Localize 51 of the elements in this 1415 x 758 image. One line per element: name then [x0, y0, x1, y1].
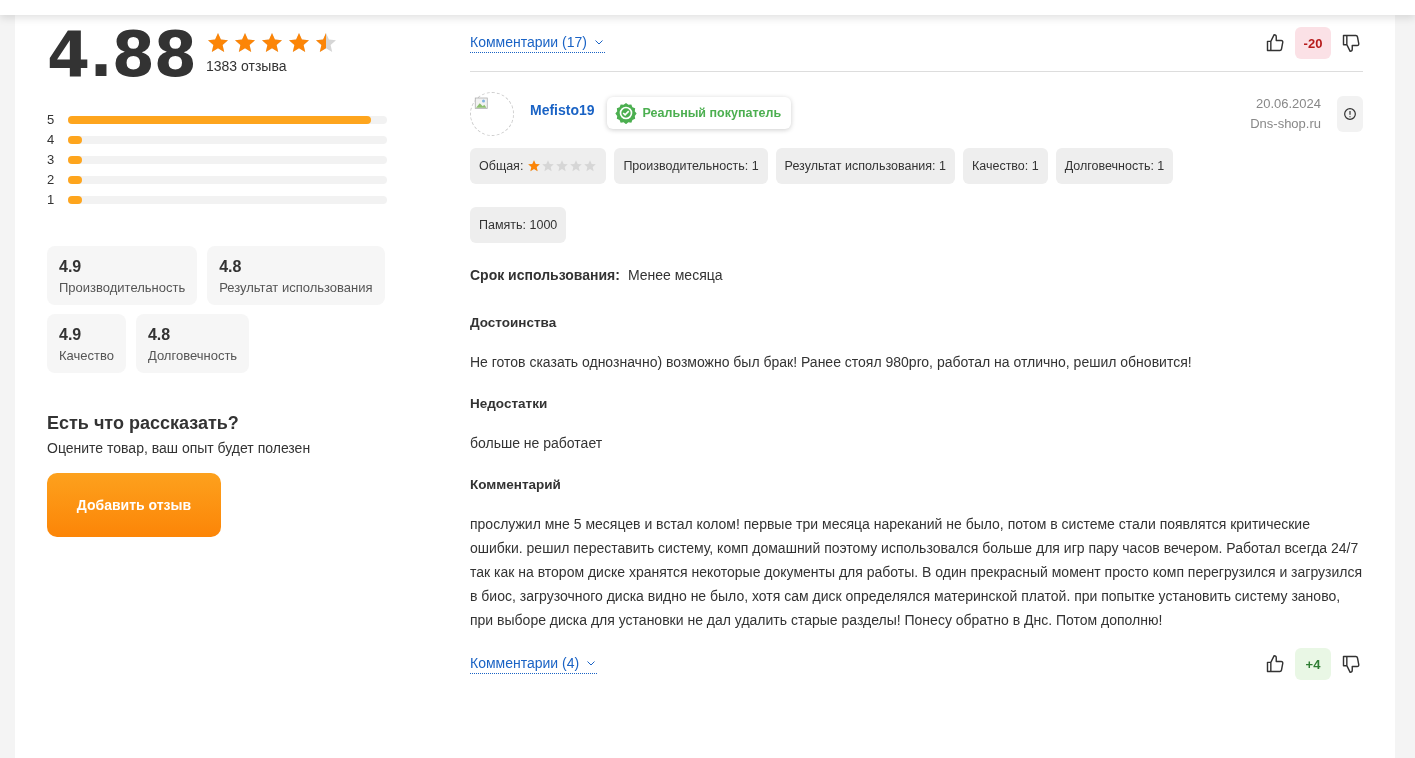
review-date: 20.06.2024: [1254, 95, 1321, 113]
section-text: больше не работает: [470, 434, 604, 453]
aspect-label: Производительность: [59, 280, 186, 295]
vote-count: +4: [1295, 648, 1331, 680]
rating-chip: Качество: 1: [962, 148, 1048, 184]
thumbs-up-icon: [1265, 654, 1285, 674]
star-icon: [583, 159, 598, 173]
prompt-text: Оцените товар, ваш опыт будет полезен: [47, 440, 312, 456]
verified-buyer-badge: Реальный покупатель: [606, 97, 792, 129]
star-level-label: 2: [47, 172, 56, 187]
aspect-score: 4.8: [219, 258, 243, 276]
review-source: Dns-shop.ru: [1250, 115, 1321, 133]
star-level-label: 1: [47, 192, 56, 207]
star-level-label: 3: [47, 152, 56, 167]
section-text: Не готов сказать однозначно) возможно был брак! Ранее стоял 980pro, работал на отлично, решил обновится!: [470, 353, 1193, 372]
thumbs-down-icon: [1341, 654, 1361, 674]
info-icon: [1342, 106, 1358, 122]
comments-link[interactable]: Комментарии (4): [470, 654, 598, 674]
vote-count: -20: [1295, 27, 1331, 59]
review-count: 1383 отзыва: [206, 58, 288, 74]
star-icon: [527, 159, 542, 173]
aspect-label: Качество: [59, 348, 114, 363]
star-level-label: 5: [47, 112, 56, 127]
author-name-link[interactable]: Mefisto19: [530, 102, 595, 118]
aspect-score: 4.9: [59, 258, 83, 276]
average-score: 4.88: [47, 21, 196, 89]
star-level-label: 4: [47, 132, 56, 147]
rating-chip: Производительность: 1: [614, 148, 768, 184]
usage-label: Срок использования:: [470, 267, 620, 283]
section-title: Достоинства: [470, 315, 558, 330]
section-title: Комментарий: [470, 477, 562, 492]
rating-chip: Результат использования: 1: [775, 148, 955, 184]
aspect-score: 4.9: [59, 326, 83, 344]
star-icon: [555, 159, 570, 173]
report-button[interactable]: [1337, 96, 1363, 132]
overall-label: Общая:: [479, 159, 524, 173]
rating-chip: Долговечность: 1: [1055, 148, 1174, 184]
thumbs-down-icon: [1341, 33, 1361, 53]
verified-badge-icon: [614, 102, 637, 124]
aspect-score: 4.8: [147, 326, 172, 344]
comments-link[interactable]: Комментарии (17): [470, 33, 605, 53]
rating-chip: Память: 1000: [470, 207, 567, 243]
section-text: прослужил мне 5 месяцев и встал колом! первые три месяца нареканий не было, потом в системе стали появлятся критические ошибки. решил переставить систему, комп домашний поэтому использовался больше для игр пару часов вечером. Работал всегда 24/7 так как на втором диске хранятся некоторые документы для работы. В один прекрасный момент просто комп перегрузился и загрузился в биос, загрузочного диска видно не было, хотя сам диск определялся материнской платой. при попытке установить систему заново, при выборе диска для установки не дал удалить старые разделы! Понесу обратно в Днс. Потом дополню!: [470, 515, 1363, 630]
aspect-label: Долговечность: [147, 348, 238, 363]
prompt-title: Есть что рассказать?: [47, 413, 240, 434]
star-icon: [569, 159, 584, 173]
usage-value: Менее месяца: [627, 267, 723, 283]
aspect-label: Результат использования: [219, 280, 373, 295]
star-icon: [541, 159, 556, 173]
thumbs-up-icon: [1265, 33, 1285, 53]
section-title: Недостатки: [470, 396, 549, 411]
